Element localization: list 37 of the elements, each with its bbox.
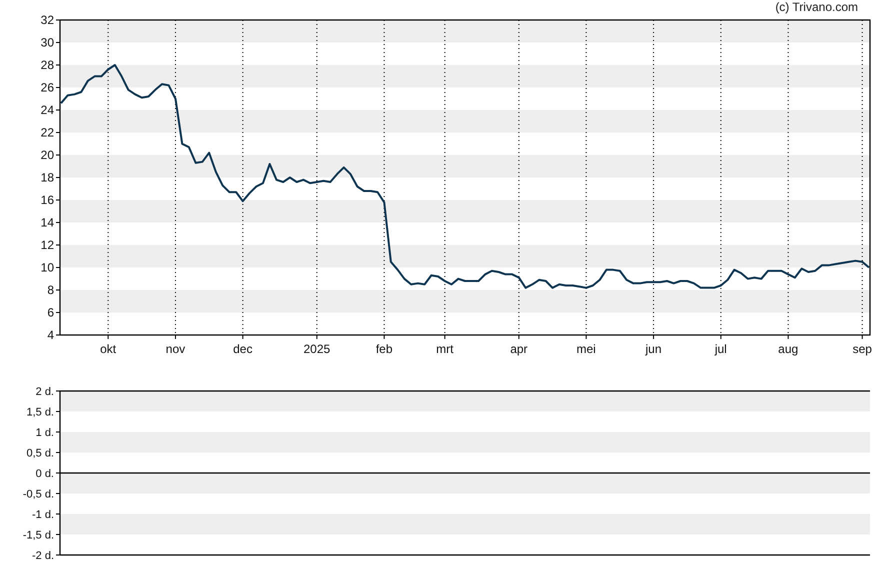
axis-label: feb	[376, 342, 393, 356]
axis-label: -0,5 d.	[22, 488, 54, 500]
axis-label: 0,5 d.	[26, 448, 54, 460]
axis-label: 28	[40, 58, 54, 72]
axis-label: 24	[40, 103, 54, 117]
axis-label: dec	[233, 342, 252, 356]
axis-label: nov	[166, 342, 186, 356]
axis-label: aug	[778, 342, 798, 356]
axis-label: 32	[40, 14, 54, 27]
axis-label: 10	[40, 260, 54, 274]
copyright-credit: (c) Trivano.com	[775, 0, 858, 14]
axis-label: 18	[40, 170, 54, 184]
axis-label: jul	[714, 342, 727, 356]
axis-label: 8	[47, 283, 54, 297]
axis-label: -1,5 d.	[22, 530, 54, 542]
axis-label: 1,5 d.	[26, 406, 54, 418]
axis-label: 2 d.	[36, 386, 54, 398]
axis-label: sep	[852, 342, 872, 356]
axis-label: 26	[40, 80, 54, 94]
axis-label: 0 d.	[36, 468, 54, 480]
axis-label: 12	[40, 238, 54, 252]
axis-label: 22	[40, 126, 54, 140]
axis-label: 6	[47, 306, 54, 320]
axis-label: 16	[40, 193, 54, 207]
axis-label: -1 d.	[32, 509, 54, 521]
axis-label: 2025	[304, 342, 330, 356]
axis-label: 4	[47, 328, 54, 342]
axis-label: -2 d.	[32, 550, 54, 562]
axis-label: apr	[510, 342, 528, 356]
axis-label: mei	[576, 342, 596, 356]
axis-label: mrt	[436, 342, 454, 356]
axis-label: 14	[40, 216, 54, 230]
axis-label: 20	[40, 148, 54, 162]
axis-label: okt	[100, 342, 116, 356]
axis-label: 1 d.	[36, 427, 54, 439]
axis-label: jun	[646, 342, 662, 356]
axis-label: 30	[40, 36, 54, 50]
